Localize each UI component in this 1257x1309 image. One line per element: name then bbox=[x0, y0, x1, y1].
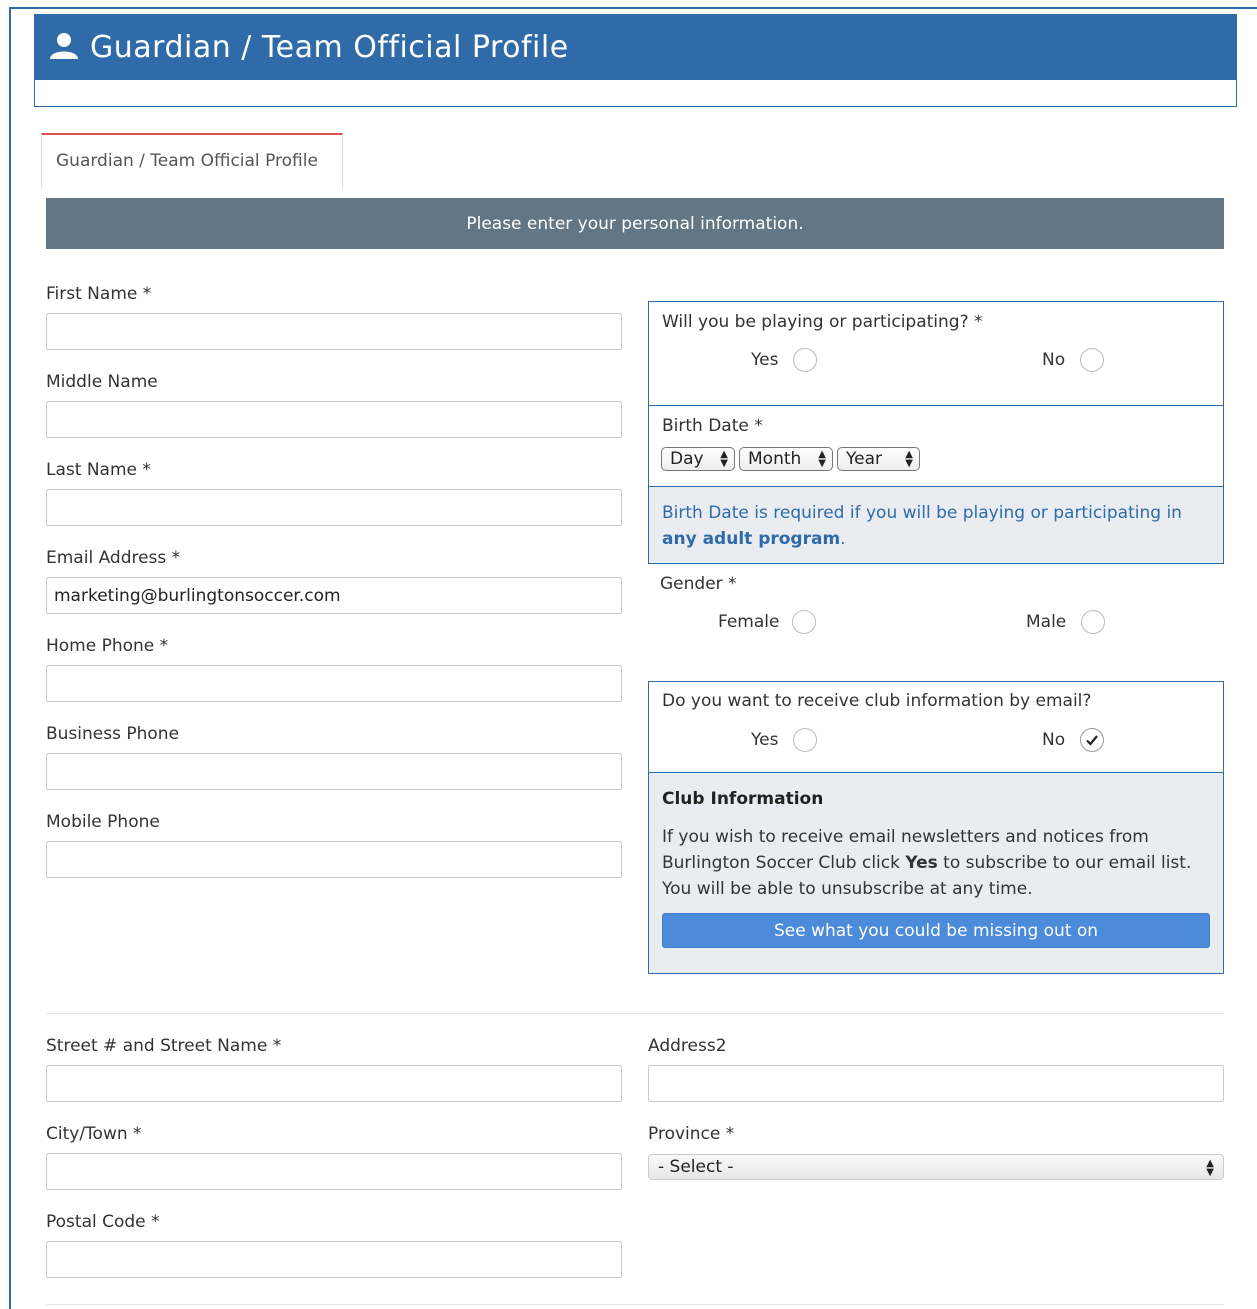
first-name-field[interactable] bbox=[46, 313, 622, 350]
home-phone-label: Home Phone * bbox=[46, 636, 169, 656]
birth-date-note-bold: any adult program bbox=[662, 529, 841, 549]
gender-female-label: Female bbox=[718, 612, 780, 632]
postal-field[interactable] bbox=[46, 1241, 622, 1278]
participating-yes-label: Yes bbox=[751, 350, 779, 370]
panel-subheader bbox=[34, 80, 1237, 107]
address2-label: Address2 bbox=[648, 1036, 727, 1056]
bottom-divider bbox=[46, 1304, 1224, 1305]
club-email-yes-radio[interactable] bbox=[793, 728, 817, 752]
email-field[interactable]: marketing@burlingtonsoccer.com bbox=[46, 577, 622, 614]
street-label: Street # and Street Name * bbox=[46, 1036, 282, 1056]
last-name-field[interactable] bbox=[46, 489, 622, 526]
birth-date-note-text: Birth Date is required if you will be pl… bbox=[662, 503, 1182, 523]
participating-no-radio[interactable] bbox=[1080, 348, 1104, 372]
club-info-title: Club Information bbox=[662, 789, 824, 809]
select-arrows-icon: ▲ ▼ bbox=[1206, 1158, 1214, 1178]
province-label: Province * bbox=[648, 1124, 735, 1144]
section-divider bbox=[46, 1013, 1224, 1014]
province-select[interactable]: - Select - ▲ ▼ bbox=[648, 1154, 1224, 1180]
middle-name-label: Middle Name bbox=[46, 372, 158, 392]
middle-name-field[interactable] bbox=[46, 401, 622, 438]
gender-male-label: Male bbox=[1026, 612, 1067, 632]
birth-date-note-end: . bbox=[840, 529, 846, 549]
club-info-text-bold: Yes bbox=[905, 853, 938, 873]
birth-day-select[interactable]: Day ▲ ▼ bbox=[661, 447, 735, 471]
address2-field[interactable] bbox=[648, 1065, 1224, 1102]
select-arrows-icon: ▲ ▼ bbox=[905, 449, 913, 469]
page-title: Guardian / Team Official Profile bbox=[90, 29, 569, 65]
club-info-text: If you wish to receive email newsletters… bbox=[662, 824, 1210, 902]
participating-no-label: No bbox=[1042, 350, 1066, 370]
postal-label: Postal Code * bbox=[46, 1212, 160, 1232]
email-label: Email Address * bbox=[46, 548, 181, 568]
participating-yes-radio[interactable] bbox=[793, 348, 817, 372]
club-email-no-label: No bbox=[1042, 730, 1066, 750]
select-arrows-icon: ▲ ▼ bbox=[818, 449, 826, 469]
panel-header: Guardian / Team Official Profile bbox=[34, 14, 1237, 80]
user-icon bbox=[48, 31, 80, 63]
club-email-question: Do you want to receive club information … bbox=[662, 691, 1092, 711]
tab-guardian-profile[interactable]: Guardian / Team Official Profile bbox=[41, 133, 343, 189]
select-arrows-icon: ▲ ▼ bbox=[720, 449, 728, 469]
city-field[interactable] bbox=[46, 1153, 622, 1190]
street-field[interactable] bbox=[46, 1065, 622, 1102]
birth-year-value: Year bbox=[846, 449, 882, 469]
home-phone-field[interactable] bbox=[46, 665, 622, 702]
gender-male-radio[interactable] bbox=[1081, 610, 1105, 634]
club-email-no-radio[interactable] bbox=[1080, 728, 1104, 752]
birth-date-note: Birth Date is required if you will be pl… bbox=[662, 500, 1214, 552]
province-value: - Select - bbox=[658, 1157, 734, 1177]
info-bar: Please enter your personal information. bbox=[46, 198, 1224, 249]
business-phone-field[interactable] bbox=[46, 753, 622, 790]
mobile-phone-field[interactable] bbox=[46, 841, 622, 878]
missing-out-button[interactable]: See what you could be missing out on bbox=[662, 913, 1210, 948]
first-name-label: First Name * bbox=[46, 284, 152, 304]
birth-date-label: Birth Date * bbox=[662, 416, 763, 436]
gender-female-radio[interactable] bbox=[792, 610, 816, 634]
club-email-yes-label: Yes bbox=[751, 730, 779, 750]
city-label: City/Town * bbox=[46, 1124, 142, 1144]
participating-question: Will you be playing or participating? * bbox=[662, 312, 983, 332]
birth-month-value: Month bbox=[748, 449, 802, 469]
birth-month-select[interactable]: Month ▲ ▼ bbox=[739, 447, 833, 471]
birth-day-value: Day bbox=[670, 449, 704, 469]
mobile-phone-label: Mobile Phone bbox=[46, 812, 160, 832]
last-name-label: Last Name * bbox=[46, 460, 151, 480]
birth-year-select[interactable]: Year ▲ ▼ bbox=[837, 447, 920, 471]
checkmark-icon bbox=[1086, 735, 1098, 746]
business-phone-label: Business Phone bbox=[46, 724, 180, 744]
gender-label: Gender * bbox=[660, 574, 737, 594]
